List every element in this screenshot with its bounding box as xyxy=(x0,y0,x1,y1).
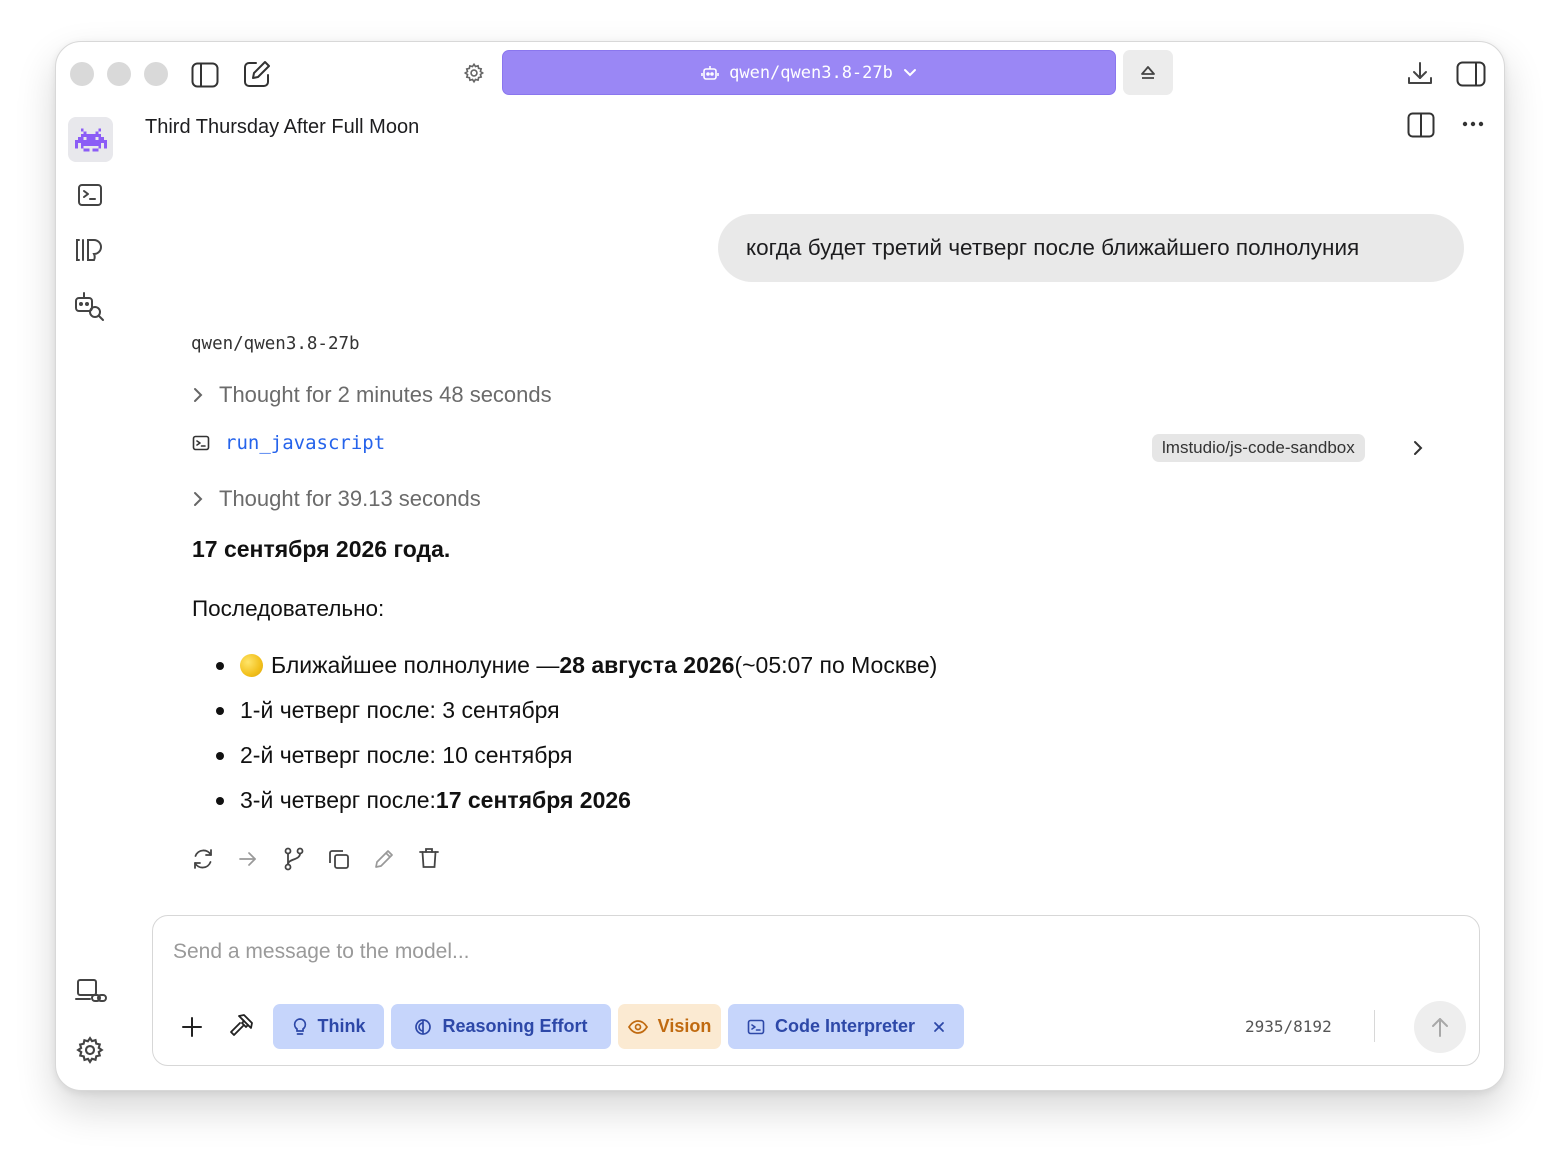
tool-expand-chevron-icon[interactable] xyxy=(1410,438,1426,458)
message-composer: Send a message to the model... Think Rea… xyxy=(152,915,1480,1066)
assistant-model-label: qwen/qwen3.8-27b xyxy=(191,334,360,354)
token-counter: 2935/8192 xyxy=(1245,1017,1332,1036)
thought-label-1: Thought for 2 minutes 48 seconds xyxy=(219,382,552,407)
list-item: 2-й четверг после: 10 сентября xyxy=(216,742,572,769)
user-message-bubble: когда будет третий четверг после ближайш… xyxy=(718,214,1464,282)
list-item: 1-й четверг после: 3 сентября xyxy=(216,697,560,724)
chevron-down-icon xyxy=(903,68,917,78)
eject-icon xyxy=(1136,61,1160,85)
copy-icon[interactable] xyxy=(326,846,352,872)
robot-icon xyxy=(701,65,719,81)
connected-devices-icon[interactable] xyxy=(73,976,109,1008)
new-chat-icon[interactable] xyxy=(241,58,273,90)
think-chip[interactable]: Think xyxy=(273,1004,384,1049)
more-options-icon[interactable] xyxy=(1459,112,1487,136)
tool-call-row[interactable]: run_javascript xyxy=(192,432,385,454)
eye-icon xyxy=(627,1019,648,1034)
continue-arrow-icon[interactable] xyxy=(236,847,260,871)
delete-trash-icon[interactable] xyxy=(416,845,442,871)
arrow-up-icon xyxy=(1430,1016,1450,1038)
minimize-window-button[interactable] xyxy=(107,62,131,86)
nav-chat-button[interactable] xyxy=(68,117,113,162)
split-view-icon[interactable] xyxy=(1406,110,1436,140)
close-window-button[interactable] xyxy=(70,62,94,86)
developer-terminal-icon[interactable] xyxy=(75,180,105,210)
answer-title: 17 сентября 2026 года. xyxy=(192,536,451,562)
chevron-right-icon xyxy=(193,387,203,403)
tool-plugin-badge: lmstudio/js-code-sandbox xyxy=(1152,434,1365,462)
chat-title[interactable]: Third Thursday After Full Moon xyxy=(145,116,419,139)
list-item: 3-й четверг после: 17 сентября 2026 xyxy=(216,787,631,814)
sequence-label: Последовательно: xyxy=(192,596,385,621)
add-attachment-icon[interactable] xyxy=(179,1014,205,1040)
download-icon[interactable] xyxy=(1404,58,1436,90)
branch-icon[interactable] xyxy=(281,846,307,872)
composer-divider xyxy=(1374,1010,1375,1042)
eject-model-button[interactable] xyxy=(1123,50,1173,95)
tools-hammer-icon[interactable] xyxy=(227,1012,255,1040)
edit-pencil-icon[interactable] xyxy=(371,846,397,872)
full-moon-icon xyxy=(240,654,263,677)
sidebar-toggle-icon[interactable] xyxy=(189,59,221,91)
model-selector-label: qwen/qwen3.8-27b xyxy=(729,62,893,83)
models-library-icon[interactable] xyxy=(73,235,107,265)
code-interpreter-chip[interactable]: Code Interpreter xyxy=(728,1004,964,1049)
app-settings-icon[interactable] xyxy=(73,1033,107,1067)
discover-models-icon[interactable] xyxy=(72,288,108,324)
terminal-small-icon xyxy=(192,434,210,452)
lightbulb-icon xyxy=(292,1017,308,1037)
vision-chip[interactable]: Vision xyxy=(618,1004,721,1049)
remove-chip-close-icon[interactable] xyxy=(933,1021,945,1033)
model-selector-button[interactable]: qwen/qwen3.8-27b xyxy=(502,50,1116,95)
thought-toggle-2[interactable]: Thought for 39.13 seconds xyxy=(193,486,481,512)
model-settings-icon[interactable] xyxy=(462,61,486,85)
regenerate-icon[interactable] xyxy=(190,846,216,872)
thought-toggle-1[interactable]: Thought for 2 minutes 48 seconds xyxy=(193,382,552,408)
space-invader-icon xyxy=(75,125,107,155)
message-input[interactable]: Send a message to the model... xyxy=(173,940,470,964)
thought-label-2: Thought for 39.13 seconds xyxy=(219,486,481,511)
list-item: Ближайшее полнолуние — 28 августа 2026 (… xyxy=(216,652,937,679)
chevron-right-icon xyxy=(193,491,203,507)
reasoning-effort-chip[interactable]: Reasoning Effort xyxy=(391,1004,611,1049)
zoom-window-button[interactable] xyxy=(144,62,168,86)
tool-call-name: run_javascript xyxy=(225,432,386,454)
user-message-text: когда будет третий четверг после ближайш… xyxy=(746,235,1360,260)
terminal-small-icon xyxy=(747,1018,765,1036)
send-button[interactable] xyxy=(1414,1001,1466,1053)
gauge-icon xyxy=(414,1018,432,1036)
right-panel-toggle-icon[interactable] xyxy=(1454,58,1488,90)
app-window: qwen/qwen3.8-27b Third Thursday After Fu… xyxy=(55,41,1505,1091)
